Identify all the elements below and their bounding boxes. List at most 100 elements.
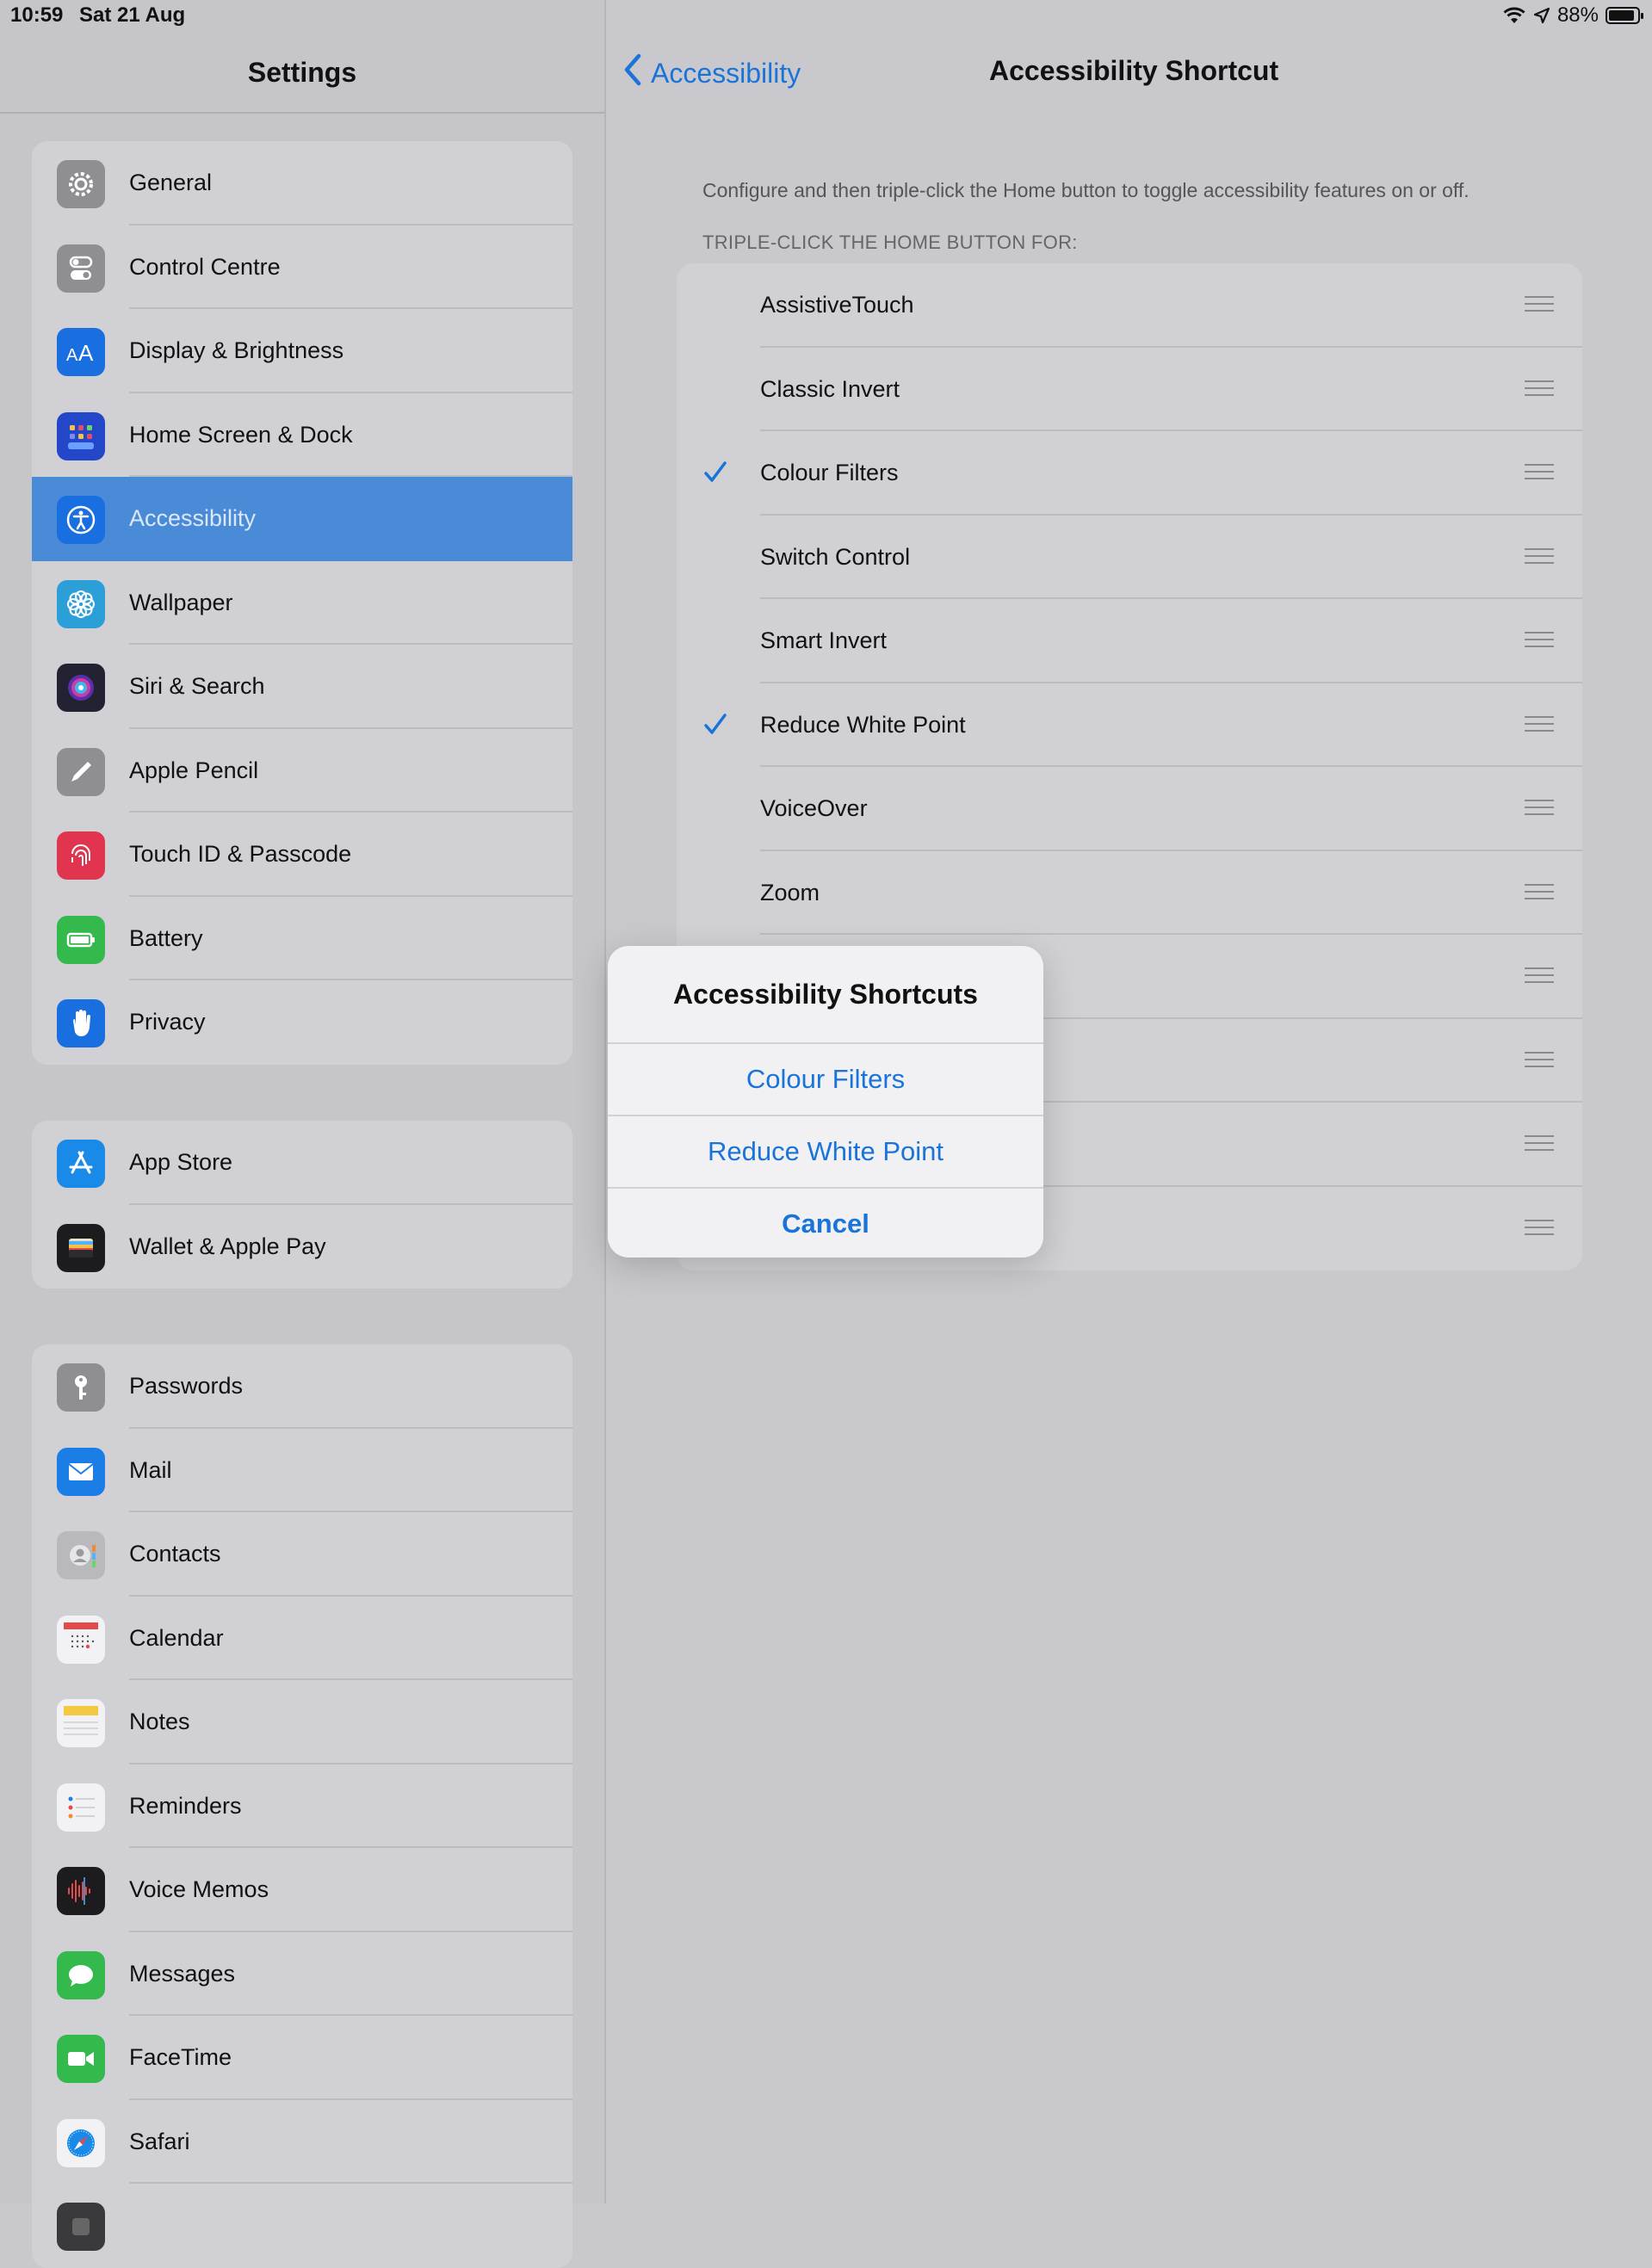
location-arrow-icon	[1533, 7, 1550, 24]
sidebar-item-reminders[interactable]: Reminders	[32, 1764, 572, 1848]
shortcut-option-assistivetouch[interactable]: AssistiveTouch	[677, 263, 1582, 348]
sidebar-item-label: Contacts	[129, 1541, 221, 1567]
battery-icon	[57, 915, 105, 964]
sidebar-item-control-centre[interactable]: Control Centre	[32, 226, 572, 309]
sheet-option-reduce-white-point[interactable]: Reduce White Point	[608, 1116, 1043, 1189]
reorder-handle-icon[interactable]	[1525, 1219, 1554, 1237]
shortcut-description: Configure and then triple-click the Home…	[702, 179, 1469, 201]
reorder-handle-icon[interactable]	[1525, 800, 1554, 817]
reminders-icon	[57, 1783, 105, 1832]
shortcut-option-label: Reduce White Point	[760, 711, 966, 738]
shortcut-option-voiceover[interactable]: VoiceOver	[677, 767, 1582, 851]
sidebar-item-messages[interactable]: Messages	[32, 1932, 572, 2016]
shortcut-option-colour-filters[interactable]: Colour Filters	[677, 431, 1582, 516]
sidebar-item-label: Notes	[129, 1709, 190, 1734]
sidebar-item-app-store[interactable]: App Store	[32, 1121, 572, 1205]
sidebar-item-label: Display & Brightness	[129, 337, 344, 363]
shortcut-option-label: VoiceOver	[760, 795, 868, 821]
reorder-handle-icon[interactable]	[1525, 380, 1554, 398]
reorder-handle-icon[interactable]	[1525, 883, 1554, 901]
sidebar-title: Settings	[247, 57, 357, 88]
sidebar-item-touch-id-and-passcode[interactable]: Touch ID & Passcode	[32, 813, 572, 897]
settings-group-apps: Passwords Mail Contacts Calendar Notes Remind…	[32, 1344, 572, 2268]
sidebar-item-label: Touch ID & Passcode	[129, 841, 352, 867]
sidebar-item-label: Voice Memos	[129, 1876, 269, 1902]
generic-app-icon	[57, 2203, 105, 2251]
accessibility-icon	[57, 496, 105, 544]
sidebar-item-battery[interactable]: Battery	[32, 897, 572, 980]
sidebar-item-label: FaceTime	[129, 2044, 232, 2070]
waveform-icon	[57, 1867, 105, 1915]
reorder-handle-icon[interactable]	[1525, 464, 1554, 481]
sidebar-item-calendar[interactable]: Calendar	[32, 1597, 572, 1680]
sidebar-item-label: Home Screen & Dock	[129, 421, 353, 448]
fingerprint-icon	[57, 831, 105, 880]
wallet-icon	[57, 1223, 105, 1272]
reorder-handle-icon[interactable]	[1525, 715, 1554, 733]
text-size-icon: AA	[57, 328, 105, 376]
shortcut-option-smart-invert[interactable]: Smart Invert	[677, 599, 1582, 683]
back-button[interactable]: Accessibility	[623, 53, 801, 93]
chevron-left-icon	[623, 53, 642, 93]
shortcut-option-classic-invert[interactable]: Classic Invert	[677, 348, 1582, 431]
flower-icon	[57, 579, 105, 628]
sidebar-item-wallpaper[interactable]: Wallpaper	[32, 561, 572, 645]
settings-group-store: App Store Wallet & Apple Pay	[32, 1121, 572, 1288]
reorder-handle-icon[interactable]	[1525, 967, 1554, 985]
reorder-handle-icon[interactable]	[1525, 1051, 1554, 1069]
shortcut-option-reduce-white-point[interactable]: Reduce White Point	[677, 683, 1582, 767]
sidebar-item-siri-and-search[interactable]: Siri & Search	[32, 645, 572, 729]
sidebar-item-label: App Store	[129, 1149, 233, 1175]
shortcut-option-label: Classic Invert	[760, 375, 900, 402]
sidebar-item-accessibility[interactable]: Accessibility	[32, 477, 572, 561]
svg-text:A: A	[78, 340, 94, 366]
sidebar-item-general[interactable]: General	[32, 141, 572, 226]
section-header: TRIPLE-CLICK THE HOME BUTTON FOR:	[702, 232, 1078, 253]
siri-icon	[57, 664, 105, 712]
pencil-icon	[57, 747, 105, 796]
sidebar-item-label: Mail	[129, 1456, 172, 1483]
sidebar-item-passwords[interactable]: Passwords	[32, 1344, 572, 1429]
checkmark-icon	[702, 455, 728, 490]
sidebar-item-privacy[interactable]: Privacy	[32, 980, 572, 1065]
key-icon	[57, 1363, 105, 1412]
shortcut-option-switch-control[interactable]: Switch Control	[677, 516, 1582, 599]
sidebar-item-facetime[interactable]: FaceTime	[32, 2016, 572, 2100]
contacts-icon	[57, 1531, 105, 1579]
reorder-handle-icon[interactable]	[1525, 296, 1554, 313]
sheet-option-colour-filters[interactable]: Colour Filters	[608, 1044, 1043, 1116]
sidebar-item-wallet-and-apple-pay[interactable]: Wallet & Apple Pay	[32, 1205, 572, 1289]
notes-icon	[57, 1699, 105, 1747]
sidebar-item-home-screen-and-dock[interactable]: Home Screen & Dock	[32, 393, 572, 477]
sidebar-item-label: Accessibility	[129, 505, 257, 531]
sidebar-item-label: Calendar	[129, 1624, 224, 1651]
sidebar-item-label: Messages	[129, 1960, 236, 1987]
sidebar-item-label: General	[129, 170, 213, 195]
sheet-cancel-button[interactable]: Cancel	[608, 1189, 1043, 1258]
sidebar-item-contacts[interactable]: Contacts	[32, 1512, 572, 1597]
sidebar-item-display-and-brightness[interactable]: A A Display & Brightness	[32, 309, 572, 393]
sidebar-item-notes[interactable]: Notes	[32, 1680, 572, 1764]
shortcut-option-label: Colour Filters	[760, 460, 899, 485]
wifi-icon	[1502, 6, 1526, 25]
sidebar-item-voice-memos[interactable]: Voice Memos	[32, 1848, 572, 1932]
envelope-icon	[57, 1447, 105, 1496]
reorder-handle-icon[interactable]	[1525, 1135, 1554, 1153]
back-button-label: Accessibility	[651, 57, 801, 89]
sheet-title: Accessibility Shortcuts	[608, 946, 1043, 1044]
shortcut-option-zoom[interactable]: Zoom	[677, 851, 1582, 935]
toggles-icon	[57, 244, 105, 293]
svg-text:A: A	[66, 346, 78, 365]
sidebar-item-label: Siri & Search	[129, 673, 265, 699]
sidebar-item-partial-2-10[interactable]	[32, 2184, 572, 2268]
status-time: 10:59	[10, 3, 64, 27]
sidebar-item-mail[interactable]: Mail	[32, 1429, 572, 1512]
reorder-handle-icon[interactable]	[1525, 547, 1554, 565]
reorder-handle-icon[interactable]	[1525, 632, 1554, 649]
status-date: Sat 21 Aug	[79, 3, 186, 27]
sidebar-item-safari[interactable]: Safari	[32, 2100, 572, 2184]
message-bubble-icon	[57, 1950, 105, 1999]
sidebar-item-apple-pencil[interactable]: Apple Pencil	[32, 729, 572, 813]
sidebar-item-label: Battery	[129, 924, 203, 951]
page-title: Accessibility Shortcut	[989, 55, 1279, 86]
